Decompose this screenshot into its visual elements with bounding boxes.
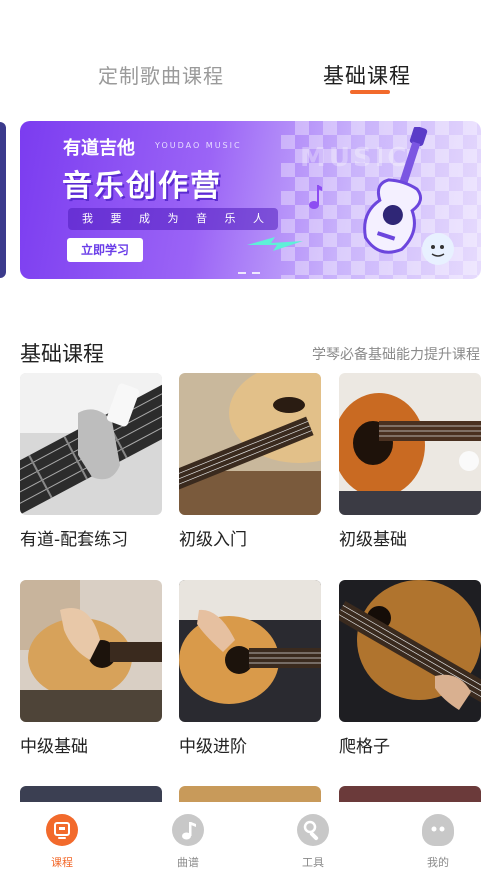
section-subtitle: 学琴必备基础能力提升课程 [312,347,480,363]
wrench-icon [297,814,329,846]
nav-sheet-music[interactable]: 曲谱 [148,814,228,870]
course-card[interactable]: 初级基础 [339,373,481,550]
lightning-icon [247,237,303,251]
tab-basic-courses[interactable]: 基础课程 [323,60,411,90]
nav-label: 曲谱 [177,856,199,869]
course-label: 初级基础 [339,530,407,550]
top-tab-bar: 定制歌曲课程 基础课程 [0,52,500,102]
profile-icon [422,814,454,846]
course-label: 中级基础 [20,737,88,757]
course-thumbnail[interactable] [339,373,481,515]
course-thumbnail[interactable] [179,580,321,722]
active-tab-indicator [350,90,390,94]
course-icon [46,814,78,846]
guitar-illustration [363,127,454,265]
course-thumbnail[interactable] [339,580,481,722]
banner-slogan: 我 要 成 为 音 乐 人 [68,208,278,230]
course-card[interactable]: 中级进阶 [179,580,321,757]
nav-label: 我的 [427,856,449,869]
course-card[interactable]: 初级入门 [179,373,321,550]
course-thumbnail[interactable] [20,580,162,722]
bottom-nav: 课程 曲谱 工具 我的 [0,802,500,889]
course-label: 中级进阶 [179,737,247,757]
course-thumbnail[interactable] [20,373,162,515]
nav-course[interactable]: 课程 [22,814,102,870]
course-card[interactable]: 中级基础 [20,580,162,757]
banner-brand-en: YOUDAO MUSIC [155,141,242,150]
banner-brand: 有道吉他 [63,138,135,159]
section-title: 基础课程 [20,342,104,366]
banner-title: 音乐创作营 [62,169,222,204]
learn-now-button[interactable]: 立即学习 [67,238,143,262]
course-label: 初级入门 [179,530,247,550]
course-card[interactable]: 有道-配套练习 [20,373,162,550]
course-label: 有道-配套练习 [20,530,129,550]
course-card[interactable]: 爬格子 [339,580,481,757]
nav-tools[interactable]: 工具 [273,814,353,870]
nav-profile[interactable]: 我的 [398,814,478,870]
nav-label: 工具 [302,856,324,869]
music-note-icon [172,814,204,846]
tab-custom-songs[interactable]: 定制歌曲课程 [98,60,224,89]
course-thumbnail[interactable] [179,373,321,515]
course-label: 爬格子 [339,737,390,757]
carousel-indicator [238,259,266,278]
nav-label: 课程 [51,856,73,869]
previous-banner-peek[interactable] [0,122,6,278]
promo-banner[interactable]: MUSIC 有道吉他 YOUDAO MUSIC 音乐创作营 我 要 成 为 音 … [20,121,481,279]
